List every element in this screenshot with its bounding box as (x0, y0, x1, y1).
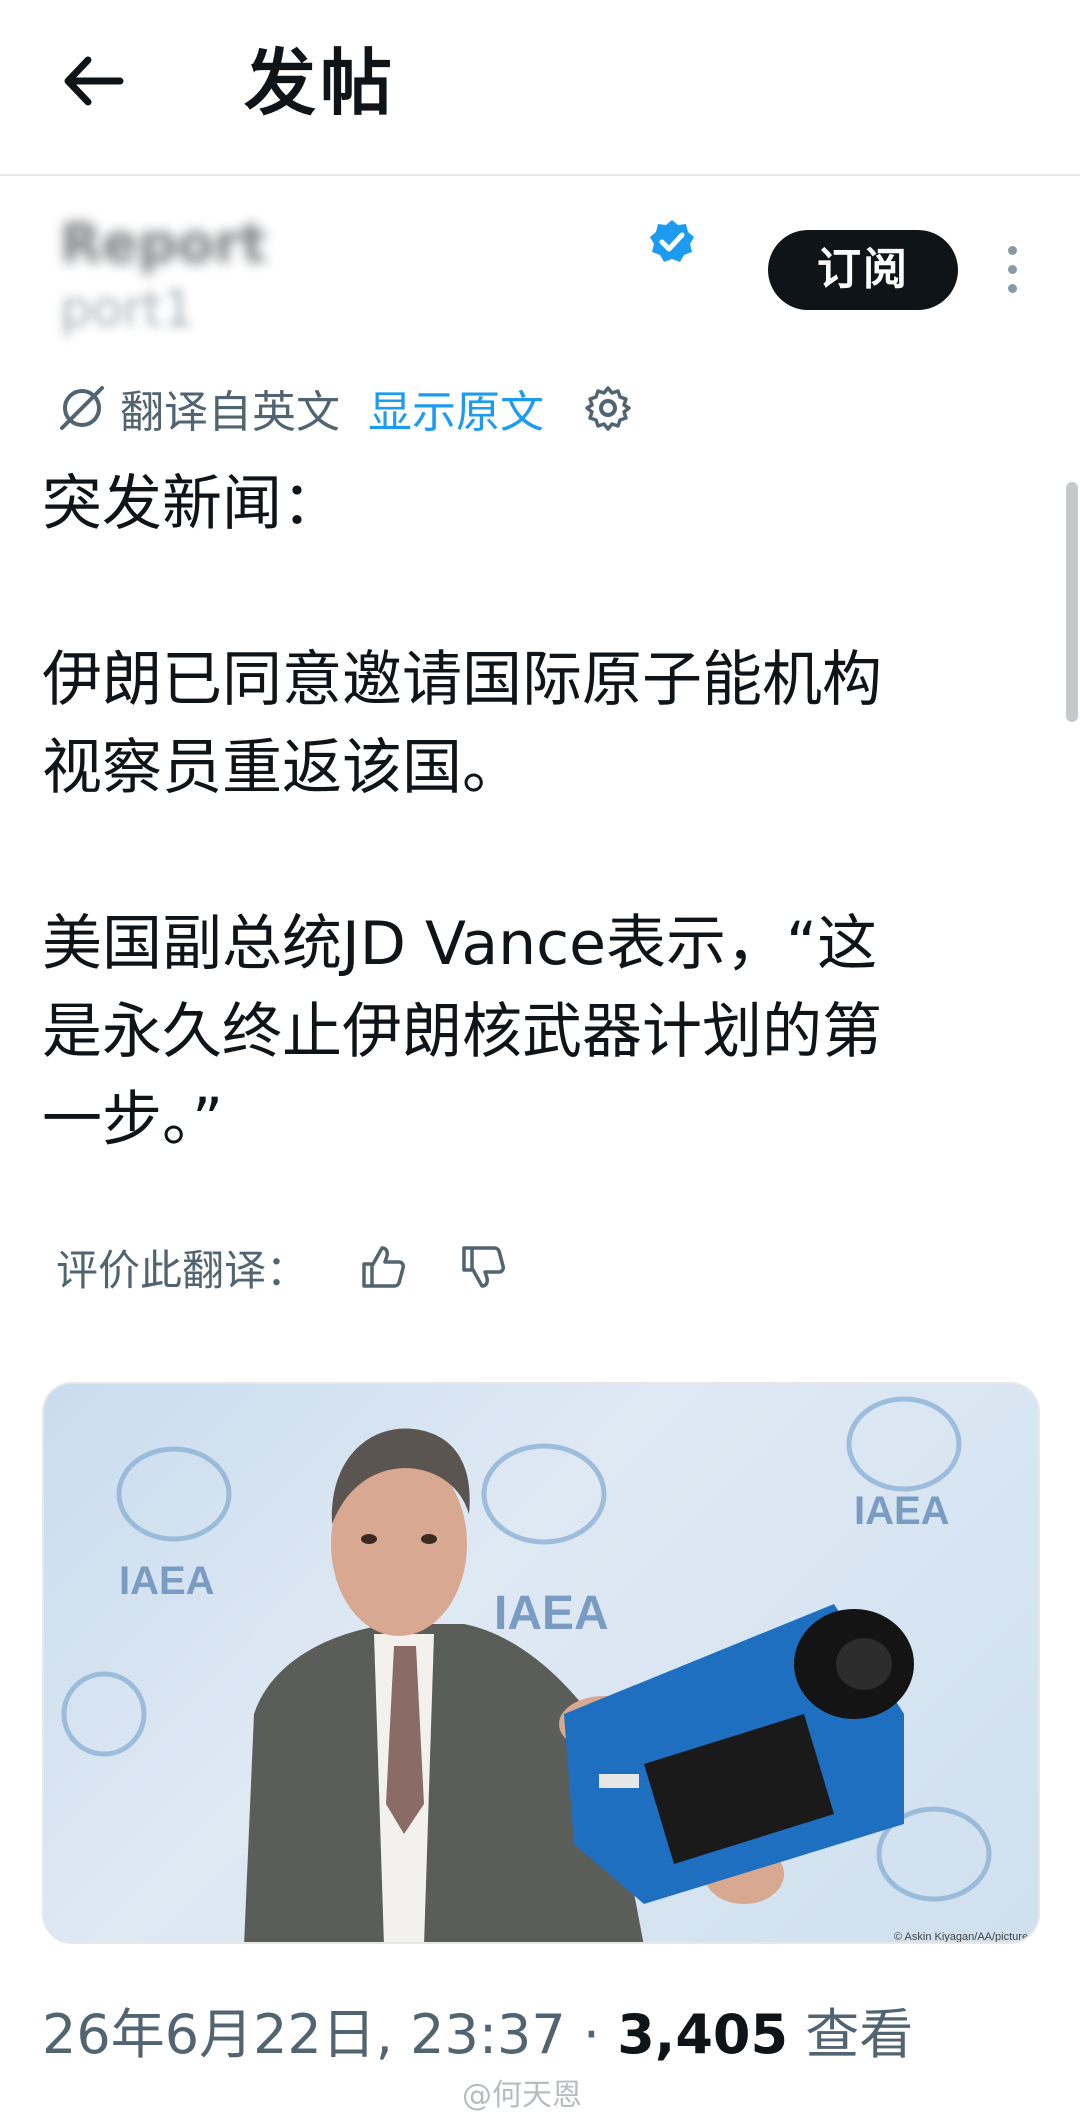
image-credit: © Askin Kiyagan/AA/picture alliance (894, 1931, 1040, 1943)
post-timestamp: 26年6月22日, 23:37 · (42, 2003, 601, 2066)
thumbs-up-icon[interactable] (358, 1242, 408, 1292)
rate-translation-label: 评价此翻译： (56, 1245, 309, 1295)
iaea-sign-text: IAEA (119, 1559, 215, 1603)
author-handle[interactable]: port1 (60, 280, 194, 338)
verified-badge-icon (650, 220, 694, 262)
rate-translation-row: 评价此翻译： (56, 1232, 508, 1302)
post-paragraph: 一步。” (42, 1085, 224, 1155)
translated-from-label: 翻译自英文 (120, 387, 340, 438)
more-vertical-icon[interactable] (1000, 246, 1024, 302)
author-name[interactable]: Report (60, 212, 266, 275)
iaea-sign-text: IAEA (854, 1489, 950, 1533)
iaea-sign-text: IAEA (494, 1587, 609, 1640)
author-row: Report port1 订阅 (0, 200, 1080, 340)
translate-icon (60, 386, 104, 430)
subscribe-button[interactable]: 订阅 (768, 230, 958, 310)
gear-icon[interactable] (584, 384, 632, 432)
post-meta: 26年6月22日, 23:37 · 3,405 查看 (42, 1990, 913, 2069)
post-paragraph: 视察员重返该国。 (42, 733, 522, 803)
show-original-link[interactable]: 显示原文 (368, 376, 544, 440)
views-label: 查看 (805, 2003, 914, 2066)
post-image[interactable]: IAEA IAEA IAEA © Askin Kiyagan/AA/pictur… (42, 1382, 1040, 1944)
post-paragraph: 伊朗已同意邀请国际原子能机构 (42, 645, 882, 715)
views-count: 3,405 (617, 2003, 789, 2066)
watermark: @何天恩 (462, 2078, 582, 2113)
scrollbar[interactable] (1066, 482, 1078, 722)
thumbs-down-icon[interactable] (458, 1242, 508, 1292)
top-bar: 发帖 (0, 0, 1080, 176)
translation-row: 翻译自英文 显示原文 (56, 378, 632, 438)
post-paragraph: 美国副总统JD Vance表示，“这 (42, 909, 878, 979)
page-title: 发帖 (244, 41, 397, 125)
arrow-left-icon[interactable] (58, 46, 128, 116)
post-paragraph: 是永久终止伊朗核武器计划的第 (42, 997, 882, 1067)
post-headline: 突发新闻： (42, 469, 342, 539)
post-body: 突发新闻： 伊朗已同意邀请国际原子能机构 视察员重返该国。 美国副总统JD Va… (42, 460, 1032, 1164)
